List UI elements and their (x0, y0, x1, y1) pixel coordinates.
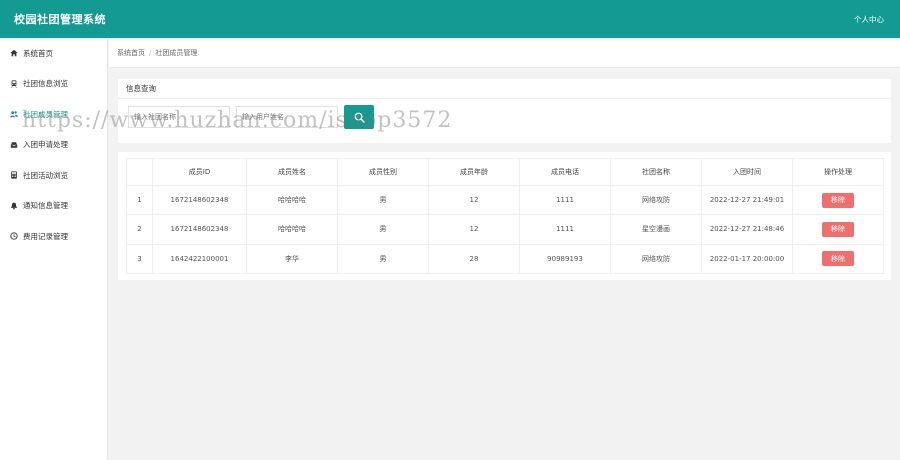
cell-join-time: 2022-01-17 20:00:00 (701, 243, 793, 274)
cell-phone: 90989193 (519, 243, 611, 274)
cell-index: 1 (126, 184, 153, 216)
cell-gender: 男 (337, 184, 429, 216)
sidebar-item-notices[interactable]: 通知信息管理 (0, 191, 107, 222)
club-name-input[interactable] (128, 106, 230, 128)
column-header-actions: 操作处理 (792, 158, 884, 186)
sidebar-item-label: 入团申请处理 (23, 140, 68, 150)
remove-button[interactable]: 移除 (822, 192, 854, 208)
cell-club-name: 星空漫画 (610, 214, 702, 245)
cell-member-id: 1672148602348 (152, 214, 247, 245)
sidebar-item-applications[interactable]: 入团申请处理 (0, 130, 107, 161)
column-header-index (126, 158, 153, 186)
cell-phone: 1111 (519, 214, 611, 245)
query-form (118, 99, 891, 129)
sidebar-item-home[interactable]: 系统首页 (0, 38, 107, 69)
sidebar-item-label: 系统首页 (23, 48, 53, 58)
clock-icon (10, 232, 18, 240)
user-center-link[interactable]: 个人中心 (854, 14, 884, 25)
bell-icon (10, 202, 18, 210)
cell-age: 12 (428, 184, 520, 216)
table-row: 3 1642422100001 李华 男 28 90989193 网络攻防 20… (126, 243, 884, 274)
sidebar-item-label: 社团成员管理 (23, 109, 68, 119)
sidebar-item-label: 费用记录管理 (23, 231, 68, 241)
members-table: 成员ID 成员姓名 成员性别 成员年龄 成员电话 社团名称 入团时间 操作处理 … (126, 158, 884, 274)
breadcrumb-current: 社团成员管理 (155, 48, 198, 57)
sidebar-item-members[interactable]: 社团成员管理 (0, 99, 107, 130)
column-header-join-time: 入团时间 (701, 158, 793, 186)
sidebar-item-label: 社团活动浏览 (23, 170, 68, 180)
column-header-member-name: 成员姓名 (246, 158, 338, 186)
train-icon (10, 80, 18, 88)
cell-actions: 移除 (792, 184, 884, 216)
sidebar: 系统首页 社团信息浏览 社团成员管理 入团申请处理 社团活动浏览 通知信息管理 (0, 38, 108, 460)
cell-phone: 1111 (519, 184, 611, 216)
remove-button[interactable]: 移除 (822, 221, 854, 237)
table-row: 2 1672148602348 哈哈哈哈 男 12 1111 星空漫画 2022… (126, 214, 884, 245)
cell-member-name: 哈哈哈哈 (246, 214, 338, 245)
column-header-age: 成员年龄 (428, 158, 520, 186)
query-panel: 信息查询 (118, 79, 891, 143)
query-panel-title: 信息查询 (118, 79, 891, 99)
search-icon (354, 112, 365, 123)
breadcrumb: 系统首页 / 社团成员管理 (109, 38, 900, 68)
calculator-icon (10, 171, 18, 179)
table-row: 1 1672148602348 哈哈哈哈 男 12 1111 网络攻防 2022… (126, 184, 884, 216)
cell-member-id: 1672148602348 (152, 184, 247, 216)
sidebar-item-club-info[interactable]: 社团信息浏览 (0, 69, 107, 100)
main-content: 系统首页 / 社团成员管理 信息查询 成员ID 成员姓名 (109, 38, 900, 460)
cell-join-time: 2022-12-27 21:49:01 (701, 184, 793, 216)
member-name-input[interactable] (236, 106, 338, 128)
cell-member-id: 1642422100001 (152, 243, 247, 274)
cell-actions: 移除 (792, 243, 884, 274)
cell-index: 3 (126, 243, 153, 274)
cell-gender: 男 (337, 214, 429, 245)
breadcrumb-separator: / (149, 48, 152, 57)
home-icon (10, 49, 18, 57)
cell-actions: 移除 (792, 214, 884, 245)
cell-member-name: 李华 (246, 243, 338, 274)
cell-join-time: 2022-12-27 21:48:46 (701, 214, 793, 245)
cell-age: 28 (428, 243, 520, 274)
users-icon (10, 110, 18, 118)
top-bar: 校园社团管理系统 个人中心 (0, 0, 900, 38)
cell-index: 2 (126, 214, 153, 245)
column-header-member-id: 成员ID (152, 158, 247, 186)
breadcrumb-home[interactable]: 系统首页 (117, 48, 145, 58)
column-header-gender: 成员性别 (337, 158, 429, 186)
cell-club-name: 网络攻防 (610, 243, 702, 274)
cell-gender: 男 (337, 243, 429, 274)
sidebar-item-activities[interactable]: 社团活动浏览 (0, 160, 107, 191)
cell-club-name: 网络攻防 (610, 184, 702, 216)
cell-age: 12 (428, 214, 520, 245)
column-header-club-name: 社团名称 (610, 158, 702, 186)
cell-member-name: 哈哈哈哈 (246, 184, 338, 216)
sidebar-item-fees[interactable]: 费用记录管理 (0, 221, 107, 252)
column-header-phone: 成员电话 (519, 158, 611, 186)
members-table-panel: 成员ID 成员姓名 成员性别 成员年龄 成员电话 社团名称 入团时间 操作处理 … (118, 152, 891, 280)
inbox-icon (10, 141, 18, 149)
search-button[interactable] (344, 105, 374, 129)
app-title: 校园社团管理系统 (14, 13, 106, 26)
remove-button[interactable]: 移除 (822, 251, 854, 267)
sidebar-item-label: 社团信息浏览 (23, 79, 68, 89)
table-header-row: 成员ID 成员姓名 成员性别 成员年龄 成员电话 社团名称 入团时间 操作处理 (126, 158, 884, 186)
sidebar-item-label: 通知信息管理 (23, 201, 68, 211)
